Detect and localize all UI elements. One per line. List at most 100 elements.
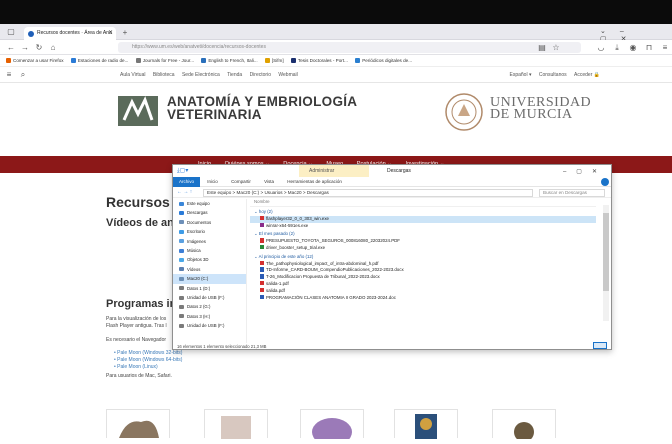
extensions-icon[interactable]: ⊓ — [644, 43, 654, 53]
file-row[interactable]: PRESUPUESTO_TOYOTA_SEGUROS_000816080_220… — [250, 238, 596, 245]
word-file-icon — [260, 267, 264, 272]
nav-item[interactable]: Escritorio — [173, 227, 246, 236]
bookmark-item[interactable]: Tesis Doctorales - Port... — [290, 55, 348, 66]
reader-icon[interactable]: ▤ — [537, 43, 547, 53]
file-row[interactable]: The_pathophysiological_impact_of_intra-a… — [250, 260, 596, 268]
site-favicon-icon — [28, 31, 34, 37]
file-row[interactable]: salida-1.pdf — [250, 280, 596, 288]
file-row[interactable]: winrar-x64-591es.exe — [250, 222, 596, 230]
column-header-name[interactable]: Nombre — [250, 199, 596, 207]
bookmark-item[interactable]: English to French, Itali... — [201, 55, 258, 66]
bookmark-item[interactable]: Journals for Free - Jour... — [135, 55, 194, 66]
resource-thumbnail[interactable] — [106, 409, 170, 438]
bookmark-item[interactable]: [Sifm] — [264, 55, 284, 66]
file-row[interactable]: driver_booster_setup_trial.exe — [250, 244, 596, 252]
browser-note: Es necesario el Navegador — [106, 337, 167, 343]
topnav-link[interactable]: Biblioteca — [153, 72, 175, 78]
resource-thumbnail[interactable] — [300, 409, 364, 444]
palemoon-linux-link[interactable]: Pale Moon (Linux) — [114, 364, 182, 371]
group-header[interactable]: ⌄ Al principio de este año (12) — [250, 254, 596, 261]
ribbon-tab-compartir[interactable]: Compartir — [225, 177, 257, 187]
topnav-link[interactable]: Directorio — [250, 72, 271, 78]
address-bar[interactable]: https://www.um.es/web/anatveti/docencia/… — [118, 42, 581, 53]
view-toggle-icon[interactable] — [593, 342, 607, 349]
login-link[interactable]: Acceder 🔒 — [574, 72, 600, 78]
group-header[interactable]: ⌄ El mes pasado (2) — [250, 231, 596, 238]
file-row[interactable]: T-26_Modificacion Propuesta de Tribunal_… — [250, 274, 596, 281]
palemoon-win64-link[interactable]: Pale Moon (Windows 64-bits) — [114, 357, 182, 364]
nav-item[interactable]: Mac20 (C:) — [173, 274, 246, 284]
group-label: El mes pasado (2) — [258, 231, 295, 237]
account-icon[interactable]: ◉ — [628, 43, 638, 53]
resource-thumbnail[interactable] — [492, 409, 556, 442]
resource-thumbnail[interactable] — [394, 409, 458, 439]
window-title: Descargas — [387, 168, 411, 174]
contact-link[interactable]: Consultanos — [539, 72, 567, 78]
scrollbar-thumb[interactable] — [603, 213, 609, 291]
topnav-link[interactable]: Sede Electrónica — [182, 72, 220, 78]
topnav-link[interactable]: Tienda — [227, 72, 242, 78]
file-row[interactable]: TD-Informe_CARD-BOUM_CompendioPublicacio… — [250, 267, 596, 274]
word-file-icon — [260, 274, 264, 279]
bookmark-star-icon[interactable]: ☆ — [551, 43, 561, 53]
university-seal-icon[interactable] — [444, 92, 484, 132]
pocket-icon[interactable]: ◡ — [596, 43, 606, 53]
home-icon[interactable]: ⌂ — [48, 43, 58, 53]
close-tab-icon[interactable]: ✕ — [108, 27, 113, 40]
um-line: DE MURCIA — [490, 107, 573, 122]
nav-item[interactable]: Unidad de USB (F:) — [173, 321, 246, 330]
back-icon[interactable]: ← — [6, 43, 16, 53]
nav-item[interactable]: Música — [173, 246, 246, 255]
ribbon-tab-herramientas[interactable]: Herramientas de aplicación — [281, 177, 348, 187]
group-header[interactable]: ⌄ hoy (2) — [250, 209, 596, 216]
explorer-address-row: ← → ↑ Este equipo > Mac20 (C:) > Usuario… — [173, 187, 611, 198]
file-row[interactable]: flashplayer32_0_0_303_win.exe — [250, 215, 596, 223]
nav-item[interactable]: Datos 1 (D:) — [173, 284, 246, 293]
help-icon[interactable] — [601, 178, 609, 186]
nav-item[interactable]: Documentos — [173, 218, 246, 227]
bookmark-item[interactable]: Estaciones de radio de... — [70, 55, 128, 66]
explorer-path-bar[interactable]: Este equipo > Mac20 (C:) > Usuarios > Ma… — [203, 189, 533, 197]
explorer-search-box[interactable]: Buscar en Descargas — [539, 189, 605, 197]
language-select[interactable]: Español ▾ — [509, 72, 531, 78]
department-logo[interactable] — [118, 92, 160, 130]
nav-item[interactable]: Descargas — [173, 208, 246, 217]
reload-icon[interactable]: ↻ — [34, 43, 44, 53]
exe-file-icon — [260, 215, 264, 221]
tab-overview-icon[interactable]: ▢ — [6, 27, 16, 37]
file-row[interactable]: salida.pdf — [250, 287, 596, 295]
nav-item[interactable]: Datos 2 (G:) — [173, 302, 246, 311]
nav-item[interactable]: Vídeos — [173, 265, 246, 274]
resource-thumbnail[interactable] — [204, 409, 268, 439]
bookmark-item[interactable]: Comenzar a usar Firefox — [6, 55, 64, 66]
nav-item[interactable]: Datos 3 (H:) — [173, 312, 246, 321]
group-label: Al principio de este año (12) — [258, 253, 314, 259]
ribbon-tab-vista[interactable]: Vista — [258, 177, 280, 187]
quick-access-toolbar-icon[interactable]: ⤓▢▾ — [177, 165, 188, 177]
palemoon-win32-link[interactable]: Pale Moon (Windows 32-bits) — [114, 350, 182, 357]
bookmarks-bar: Comenzar a usar Firefox Estaciones de ra… — [0, 55, 672, 67]
search-icon[interactable]: ⌕ — [18, 70, 28, 80]
new-tab-icon[interactable]: + — [120, 28, 130, 38]
topnav-link[interactable]: Webmail — [278, 72, 297, 78]
programas-paragraph: Para la visualización de los Flash Playe… — [106, 316, 174, 330]
pdf-file-icon — [260, 287, 264, 293]
nav-arrows-icon[interactable]: ← → ↑ — [177, 187, 192, 198]
browser-tab[interactable]: Recursos docentes · Área de Ana ✕ — [24, 27, 116, 40]
ribbon-tab-archivo[interactable]: Archivo — [173, 177, 201, 187]
menu-icon[interactable]: ≡ — [660, 43, 670, 53]
ribbon-tab-inicio[interactable]: Inicio — [201, 177, 224, 187]
hamburger-icon[interactable]: ≡ — [4, 70, 14, 80]
file-name: T-26_Modificacion Propuesta de Tribunal_… — [266, 274, 380, 280]
nav-item[interactable]: Imágenes — [173, 237, 246, 246]
nav-item[interactable]: Objetos 3D — [173, 255, 246, 264]
file-row[interactable]: PROGRAMACIÓN CLASES ANATOMIA II GRADO 20… — [250, 294, 596, 302]
downloads-icon[interactable]: ⤓ — [612, 43, 622, 53]
forward-icon[interactable]: → — [20, 43, 30, 53]
file-explorer-window: ⤓▢▾ Administrar Descargas –▢✕ Archivo In… — [172, 164, 612, 350]
nav-item[interactable]: Unidad de USB (F:) — [173, 293, 246, 302]
manage-context-tab[interactable]: Administrar — [299, 165, 369, 177]
nav-item[interactable]: Este equipo — [173, 199, 246, 208]
bookmark-item[interactable]: Periódicos digitales de... — [355, 55, 412, 66]
topnav-link[interactable]: Aula Virtual — [120, 72, 145, 78]
